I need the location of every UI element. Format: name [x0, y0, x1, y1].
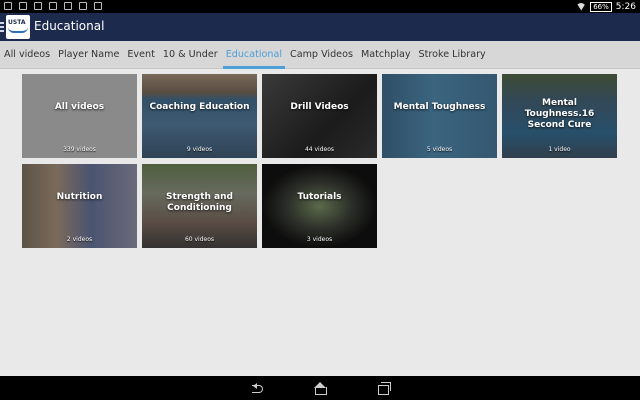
tile-title: Tutorials: [297, 192, 342, 202]
page-title: Educational: [34, 19, 105, 33]
notification-icons: [4, 2, 102, 10]
clock: 5:26: [615, 1, 636, 12]
logo-swoosh-icon: [8, 27, 28, 33]
tab-strip: All videos Player Name Event 10 & Under …: [0, 41, 640, 69]
android-icon: [94, 2, 102, 10]
tile-count: 2 videos: [66, 236, 93, 243]
tile-title: Mental Toughness.16 Second Cure: [524, 98, 595, 130]
tile-count: 1 video: [548, 146, 571, 153]
image-icon: [34, 2, 42, 10]
download-icon: [49, 2, 57, 10]
tab-all-videos[interactable]: All videos: [4, 41, 50, 69]
tile-count: 339 videos: [63, 146, 96, 153]
tile-count: 3 videos: [306, 236, 333, 243]
navigation-bar: [0, 376, 640, 400]
action-bar: USTA Educational: [0, 13, 640, 41]
tab-stroke-library[interactable]: Stroke Library: [419, 41, 486, 69]
tab-10-and-under[interactable]: 10 & Under: [163, 41, 218, 69]
tile-title: Nutrition: [56, 192, 103, 202]
system-status: 66% 5:26: [576, 0, 636, 13]
tab-educational[interactable]: Educational: [222, 41, 286, 69]
usb-icon: [4, 2, 12, 10]
tile-count: 9 videos: [186, 146, 213, 153]
tile-title: Drill Videos: [290, 102, 349, 112]
lock-icon: [79, 2, 87, 10]
status-bar: 66% 5:26: [0, 0, 640, 13]
menu-icon[interactable]: [0, 22, 4, 32]
tile-strength-and-conditioning[interactable]: Strength and Conditioning 60 videos: [142, 164, 257, 248]
wifi-icon: [576, 2, 587, 11]
usb-debug-icon: [64, 2, 72, 10]
tile-tutorials[interactable]: Tutorials 3 videos: [262, 164, 377, 248]
tab-player-name[interactable]: Player Name: [58, 41, 119, 69]
tile-title: Coaching Education: [149, 102, 250, 112]
tile-count: 5 videos: [426, 146, 453, 153]
tile-count: 44 videos: [304, 146, 335, 153]
back-icon[interactable]: [250, 382, 264, 394]
tile-mental-toughness-16-second-cure[interactable]: Mental Toughness.16 Second Cure 1 video: [502, 74, 617, 158]
tile-all-videos[interactable]: All videos 339 videos: [22, 74, 137, 158]
screen: 66% 5:26 USTA Educational All videos Pla…: [0, 0, 640, 400]
app-logo[interactable]: USTA: [6, 15, 30, 39]
tile-count: 60 videos: [184, 236, 215, 243]
tile-mental-toughness[interactable]: Mental Toughness 5 videos: [382, 74, 497, 158]
tile-nutrition[interactable]: Nutrition 2 videos: [22, 164, 137, 248]
android-icon: [19, 2, 27, 10]
tile-drill-videos[interactable]: Drill Videos 44 videos: [262, 74, 377, 158]
tab-matchplay[interactable]: Matchplay: [361, 41, 411, 69]
tile-title: All videos: [54, 102, 105, 112]
logo-text: USTA: [8, 19, 26, 26]
battery-icon: 66%: [590, 1, 612, 12]
tab-camp-videos[interactable]: Camp Videos: [290, 41, 353, 69]
tile-title: Strength and Conditioning: [166, 192, 233, 213]
tile-title: Mental Toughness: [393, 102, 486, 112]
recents-icon[interactable]: [377, 382, 391, 395]
tab-event[interactable]: Event: [127, 41, 154, 69]
home-icon[interactable]: [313, 382, 327, 395]
tile-coaching-education[interactable]: Coaching Education 9 videos: [142, 74, 257, 158]
